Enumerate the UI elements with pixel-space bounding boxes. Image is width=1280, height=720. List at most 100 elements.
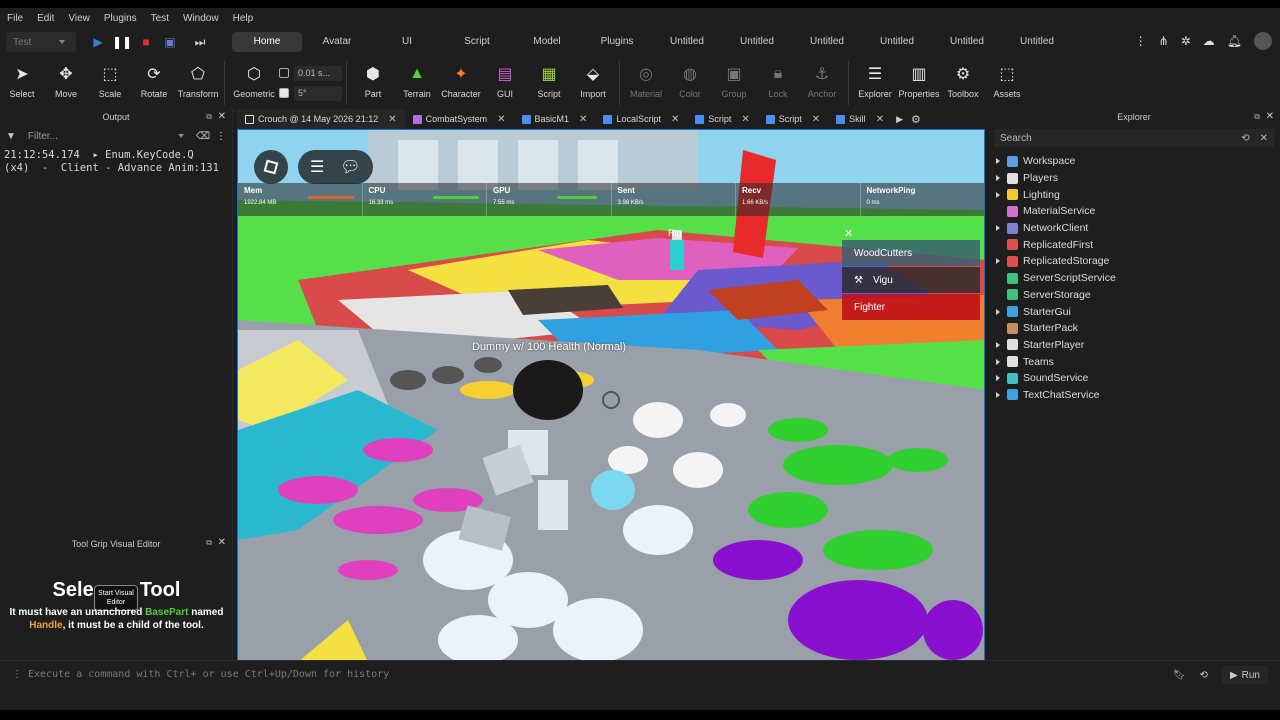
rotate-snap-checkbox[interactable] — [279, 88, 289, 98]
toolbox-tool[interactable]: ⚙ Toolbox — [941, 57, 985, 99]
team-row-fighter[interactable]: Fighter — [842, 294, 980, 320]
doc-tab[interactable]: Crouch @ 14 May 2026 21:12 ✕ — [237, 109, 405, 129]
doc-tab[interactable]: Skill ✕ — [828, 109, 892, 129]
explorer-item-serverscriptservice[interactable]: ServerScriptService — [988, 270, 1280, 287]
team-row-vigu[interactable]: ⚒ Vigu — [842, 267, 980, 293]
share-icon[interactable]: ⋔ — [1159, 34, 1169, 48]
gui-tool[interactable]: ▤ GUI — [483, 57, 527, 99]
gear-icon[interactable]: ⚙ — [911, 113, 921, 126]
color-tool[interactable]: ◍ Color — [668, 57, 712, 99]
menu-plugins[interactable]: Plugins — [97, 13, 144, 24]
step-icon[interactable]: ▶ — [86, 32, 110, 52]
tab-untitled-2[interactable]: Untitled — [722, 32, 792, 52]
explorer-item-lighting[interactable]: Lighting — [988, 186, 1280, 203]
expand-arrow-icon[interactable] — [996, 391, 1000, 398]
dock-icon[interactable]: ⧉ — [206, 112, 212, 122]
explorer-tool[interactable]: ☰ Explorer — [853, 57, 897, 99]
expand-arrow-icon[interactable] — [996, 375, 1000, 382]
expand-arrow-icon[interactable] — [996, 158, 1000, 165]
material-tool[interactable]: ◎ Material — [624, 57, 668, 99]
stop-icon[interactable]: ■ — [134, 32, 158, 52]
explorer-item-workspace[interactable]: Workspace — [988, 153, 1280, 170]
test-mode-select[interactable]: Test — [6, 32, 76, 52]
stat-recv[interactable]: Recv 1.66 KB/s — [736, 183, 861, 216]
hamburger-menu-icon[interactable]: ☰ — [310, 157, 324, 177]
explorer-item-startergui[interactable]: StarterGui — [988, 303, 1280, 320]
stat-mem[interactable]: Mem 1922.84 MB — [238, 183, 363, 216]
doc-tab[interactable]: Script ✕ — [687, 109, 757, 129]
close-icon[interactable]: ✕ — [844, 227, 853, 240]
close-icon[interactable]: ✕ — [218, 111, 226, 122]
stat-gpu[interactable]: GPU 7.55 ms — [487, 183, 612, 216]
expand-arrow-icon[interactable] — [996, 175, 1000, 182]
more-icon[interactable]: ⋮ — [1135, 34, 1147, 48]
close-icon[interactable]: ✕ — [671, 114, 679, 125]
game-viewport[interactable]: ☰ 💬︎ Mem 1922.84 MB CPU 16.33 ms GPU 7.55 m… — [237, 129, 985, 661]
move-snap-checkbox[interactable] — [279, 68, 289, 78]
import-tool[interactable]: ⬙ Import — [571, 57, 615, 99]
close-icon[interactable]: ✕ — [579, 114, 587, 125]
transform-tool[interactable]: ⬠ Transform — [176, 57, 220, 99]
menu-view[interactable]: View — [61, 13, 97, 24]
stat-sent[interactable]: Sent 3.98 KB/s — [612, 183, 736, 216]
more-icon[interactable]: ⋮ — [216, 131, 226, 142]
run-button[interactable]: ▶ Run — [1221, 666, 1268, 684]
chat-icon[interactable]: 💬︎ — [340, 157, 360, 177]
close-icon[interactable]: ✕ — [1266, 111, 1274, 122]
roblox-menu-button[interactable] — [254, 150, 288, 184]
scale-tool[interactable]: ⬚ Scale — [88, 57, 132, 99]
move-tool[interactable]: ✥ Move — [44, 57, 88, 99]
expand-arrow-icon[interactable] — [996, 258, 1000, 265]
pause-icon[interactable]: ❚❚ — [110, 32, 134, 52]
dock-icon[interactable]: ⧉ — [1254, 112, 1260, 122]
dock-icon[interactable]: ⧉ — [206, 538, 212, 548]
filter-icon[interactable]: ▼ — [6, 131, 16, 142]
tab-scroll-right-icon[interactable]: ▶ — [896, 114, 903, 125]
tab-untitled-1[interactable]: Untitled — [652, 32, 722, 52]
close-icon[interactable]: ✕ — [741, 114, 749, 125]
stat-networkping[interactable]: NetworkPing 0 ms — [861, 183, 985, 216]
explorer-item-players[interactable]: Players — [988, 170, 1280, 187]
expand-arrow-icon[interactable] — [996, 191, 1000, 198]
explorer-item-serverstorage[interactable]: ServerStorage — [988, 287, 1280, 304]
explorer-item-networkclient[interactable]: NetworkClient — [988, 220, 1280, 237]
explorer-item-replicatedfirst[interactable]: ReplicatedFirst — [988, 236, 1280, 253]
tab-model[interactable]: Model — [512, 32, 582, 52]
lock-tool[interactable]: 🔒︎ Lock — [756, 57, 800, 99]
tab-untitled-3[interactable]: Untitled — [792, 32, 862, 52]
anchor-tool[interactable]: ⚓︎ Anchor — [800, 57, 844, 99]
tab-untitled-4[interactable]: Untitled — [862, 32, 932, 52]
cloud-icon[interactable]: ☁ — [1203, 34, 1215, 48]
rotate-tool[interactable]: ⟳ Rotate — [132, 57, 176, 99]
menu-test[interactable]: Test — [144, 13, 176, 24]
tab-untitled-5[interactable]: Untitled — [932, 32, 1002, 52]
expand-arrow-icon[interactable] — [996, 358, 1000, 365]
rotate-snap-input[interactable]: 5° — [294, 85, 342, 101]
character-tool[interactable]: ✦ Character — [439, 57, 483, 99]
notifications-icon[interactable]: 🔔︎ — [1227, 34, 1242, 48]
menu-edit[interactable]: Edit — [30, 13, 61, 24]
explorer-item-soundservice[interactable]: SoundService — [988, 370, 1280, 387]
tab-script[interactable]: Script — [442, 32, 512, 52]
properties-tool[interactable]: ▥ Properties — [897, 57, 941, 99]
part-tool[interactable]: ⬢ Part — [351, 57, 395, 99]
menu-help[interactable]: Help — [226, 13, 261, 24]
expand-arrow-icon[interactable] — [996, 341, 1000, 348]
explorer-item-textchatservice[interactable]: TextChatService — [988, 387, 1280, 404]
team-row-woodcutters[interactable]: WoodCutters — [842, 240, 980, 266]
tab-plugins[interactable]: Plugins — [582, 32, 652, 52]
explorer-item-starterplayer[interactable]: StarterPlayer — [988, 337, 1280, 354]
geometric-tool[interactable]: ⬡ Geometric — [229, 57, 279, 99]
explorer-item-materialservice[interactable]: MaterialService — [988, 203, 1280, 220]
explorer-item-replicatedstorage[interactable]: ReplicatedStorage — [988, 253, 1280, 270]
explorer-search-input[interactable]: Search ⟲ ✕ — [994, 129, 1274, 147]
select-tool[interactable]: ➤ Select — [0, 57, 44, 99]
explorer-item-starterpack[interactable]: StarterPack — [988, 320, 1280, 337]
tab-avatar[interactable]: Avatar — [302, 32, 372, 52]
expand-arrow-icon[interactable] — [996, 225, 1000, 232]
bookmark-icon[interactable]: 🔖︎ — [1173, 670, 1186, 681]
group-tool[interactable]: ▣ Group — [712, 57, 756, 99]
terrain-tool[interactable]: ▲ Terrain — [395, 57, 439, 99]
menu-file[interactable]: File — [0, 13, 30, 24]
collaborate-icon[interactable]: ✲ — [1181, 34, 1191, 48]
